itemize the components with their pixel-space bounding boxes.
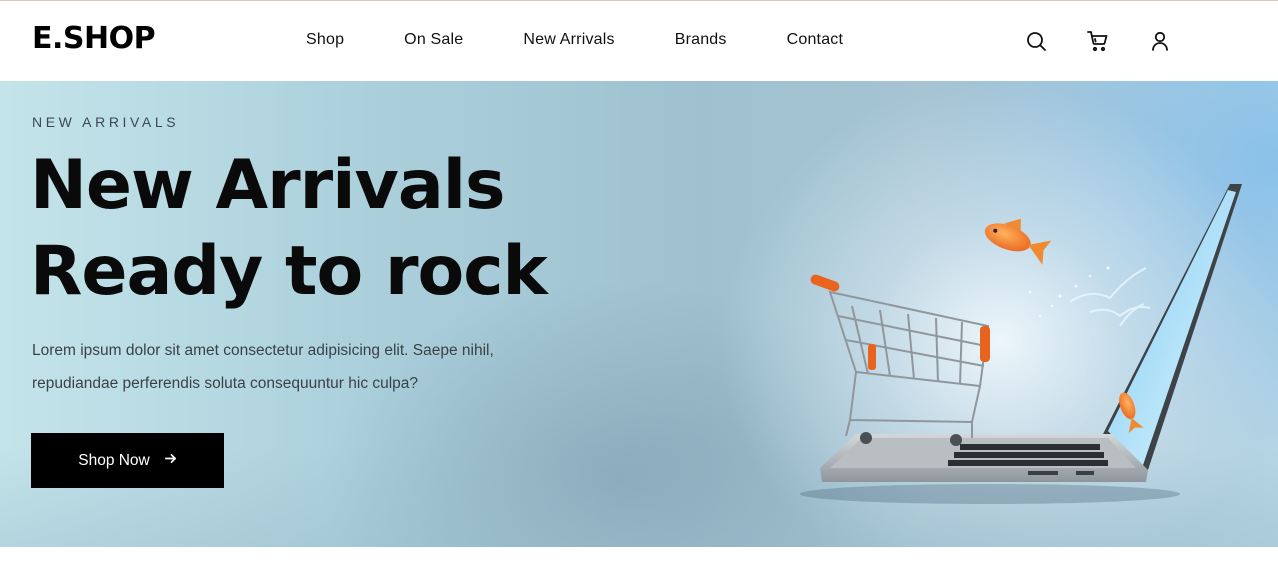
cart-icon[interactable] [1086,29,1110,53]
nav-item-shop[interactable]: Shop [306,31,344,49]
site-header: E.SHOP Shop On Sale New Arrivals Brands … [0,1,1278,81]
hero-description-line1: Lorem ipsum dolor sit amet consectetur a… [32,342,494,359]
nav-item-on-sale[interactable]: On Sale [404,31,463,49]
arrow-right-icon [164,452,177,469]
main-nav: Shop On Sale New Arrivals Brands Contact [306,31,903,49]
nav-item-new-arrivals[interactable]: New Arrivals [523,31,614,49]
hero-headline-line2: Ready to rock [30,232,548,311]
search-icon[interactable] [1024,29,1048,53]
header-actions [1024,29,1210,53]
hero-description: Lorem ipsum dolor sit amet consectetur a… [32,334,592,400]
hero-product-image [790,176,1270,516]
logo[interactable]: E.SHOP [32,21,156,56]
hero-eyebrow: NEW ARRIVALS [32,114,180,130]
hero-description-line2: repudiandae perferendis soluta consequun… [32,375,419,392]
nav-item-contact[interactable]: Contact [787,31,844,49]
shop-now-button[interactable]: Shop Now [31,433,224,488]
nav-item-brands[interactable]: Brands [675,31,727,49]
hero-headline-line1: New Arrivals [30,146,506,225]
shop-now-label: Shop Now [78,451,150,469]
user-icon[interactable] [1148,29,1172,53]
hero-headline: New Arrivals Ready to rock [30,143,650,315]
hero-banner: NEW ARRIVALS New Arrivals Ready to rock … [0,81,1278,547]
